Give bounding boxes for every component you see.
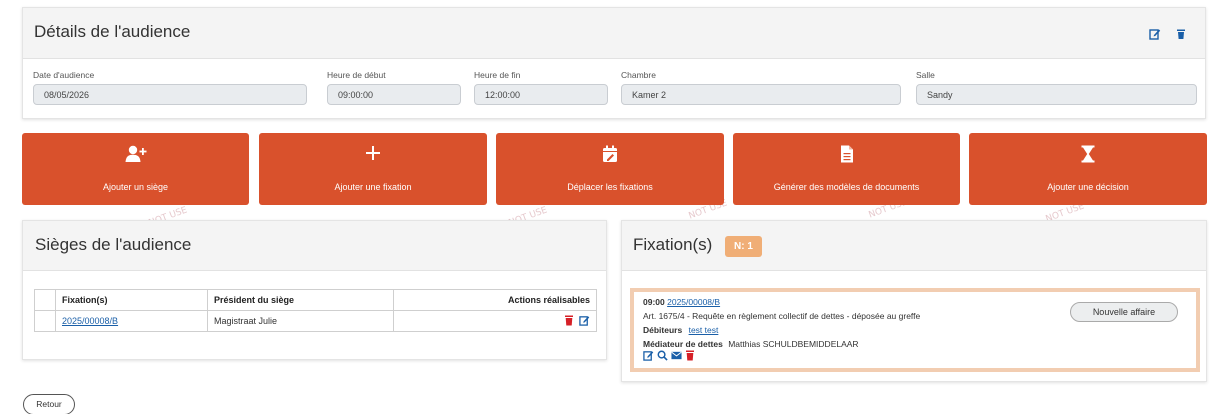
- seats-title: Sièges de l'audience: [35, 235, 192, 254]
- fixation-time-line: 09:00 2025/00008/B: [643, 297, 720, 307]
- fixation-description: Art. 1675/4 - Requête en règlement colle…: [643, 311, 921, 321]
- plus-icon: [366, 146, 380, 160]
- back-button[interactable]: Retour: [23, 394, 75, 414]
- table-header-actions: Actions réalisables: [393, 289, 597, 311]
- add-seat-button[interactable]: Ajouter un siège: [22, 133, 249, 205]
- fixations-header: Fixation(s) N: 1: [622, 221, 1206, 271]
- fixation-actions: [643, 350, 695, 361]
- table-header-president: Président du siège: [207, 289, 394, 311]
- field-start-time: Heure de début 09:00:00: [327, 70, 461, 105]
- envelope-icon[interactable]: [671, 350, 682, 361]
- field-label: Chambre: [621, 70, 656, 80]
- table-cell-president: Magistraat Julie: [207, 310, 394, 332]
- table-header-row: Fixation(s) Président du siège Actions r…: [34, 289, 597, 311]
- table-cell-fixation: 2025/00008/B: [55, 310, 208, 332]
- trash-icon[interactable]: [685, 350, 695, 361]
- fixation-time: 09:00: [643, 297, 665, 307]
- fixations-card: Fixation(s) N: 1 09:00 2025/00008/B Art.…: [621, 220, 1207, 382]
- date-input[interactable]: 08/05/2026: [33, 84, 307, 105]
- field-label: Date d'audience: [33, 70, 95, 80]
- audience-details-header: Détails de l'audience: [23, 8, 1205, 59]
- fixation-link[interactable]: 2025/00008/B: [62, 316, 118, 326]
- mediator-label: Médiateur de dettes: [643, 339, 723, 349]
- debtors-link[interactable]: test test: [689, 325, 719, 335]
- seats-card: Sièges de l'audience Fixation(s) Préside…: [22, 220, 607, 360]
- generate-documents-button[interactable]: Générer des modèles de documents: [733, 133, 960, 205]
- hourglass-icon: [1081, 145, 1095, 163]
- field-end-time: Heure de fin 12:00:00: [474, 70, 608, 105]
- fixation-case-link[interactable]: 2025/00008/B: [667, 297, 720, 307]
- debtors-label: Débiteurs: [643, 325, 683, 335]
- edit-icon[interactable]: [579, 315, 590, 326]
- move-fixations-label: Déplacer les fixations: [567, 182, 653, 192]
- search-icon[interactable]: [657, 350, 668, 361]
- move-fixations-button[interactable]: Déplacer les fixations: [496, 133, 724, 205]
- table-header-fixation: Fixation(s): [55, 289, 208, 311]
- chamber-input[interactable]: Kamer 2: [621, 84, 901, 105]
- trash-icon[interactable]: [1175, 28, 1187, 40]
- table-header-spacer: [34, 289, 56, 311]
- field-date: Date d'audience 08/05/2026: [33, 70, 307, 105]
- new-case-badge: Nouvelle affaire: [1070, 302, 1178, 322]
- add-seat-label: Ajouter un siège: [102, 182, 169, 192]
- table-cell-spacer: [34, 310, 56, 332]
- add-fixation-button[interactable]: Ajouter une fixation: [259, 133, 487, 205]
- page-title: Détails de l'audience: [34, 22, 191, 41]
- fixation-item: 09:00 2025/00008/B Art. 1675/4 - Requête…: [630, 288, 1200, 372]
- add-decision-button[interactable]: Ajouter une décision: [969, 133, 1207, 205]
- field-label: Heure de début: [327, 70, 386, 80]
- add-fixation-label: Ajouter une fixation: [334, 182, 412, 192]
- calendar-edit-icon: [603, 145, 617, 162]
- field-chamber: Chambre Kamer 2: [621, 70, 901, 105]
- table-row: 2025/00008/B Magistraat Julie: [34, 310, 597, 332]
- add-decision-label: Ajouter une décision: [1047, 182, 1129, 192]
- seats-table: Fixation(s) Président du siège Actions r…: [34, 289, 597, 332]
- trash-icon[interactable]: [564, 315, 574, 326]
- field-label: Salle: [916, 70, 935, 80]
- user-plus-icon: [125, 145, 146, 162]
- fixation-debtors-line: Débiteurs test test: [643, 325, 718, 335]
- edit-icon[interactable]: [643, 350, 654, 361]
- end-time-input[interactable]: 12:00:00: [474, 84, 608, 105]
- audience-details-card: Détails de l'audience Date d'audience 08…: [22, 7, 1206, 119]
- start-time-input[interactable]: 09:00:00: [327, 84, 461, 105]
- generate-documents-label: Générer des modèles de documents: [773, 182, 920, 192]
- field-label: Heure de fin: [474, 70, 521, 80]
- file-icon: [840, 145, 853, 163]
- seats-header: Sièges de l'audience: [23, 221, 606, 271]
- table-cell-actions: [393, 310, 597, 332]
- fixations-title: Fixation(s): [633, 235, 713, 254]
- edit-icon[interactable]: [1149, 28, 1161, 40]
- field-room: Salle Sandy: [916, 70, 1197, 105]
- fixation-mediator-line: Médiateur de dettes Matthias SCHULDBEMID…: [643, 339, 859, 349]
- mediator-value: Matthias SCHULDBEMIDDELAAR: [728, 339, 859, 349]
- room-input[interactable]: Sandy: [916, 84, 1197, 105]
- count-badge: N: 1: [725, 236, 762, 257]
